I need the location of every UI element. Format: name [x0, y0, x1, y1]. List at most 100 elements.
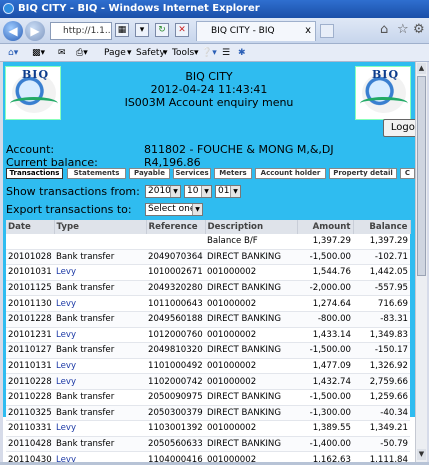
cell-balance: 716.69 [353, 295, 410, 312]
cell-reference: 1102000742 [146, 373, 205, 390]
stop-icon[interactable]: ✕ [175, 23, 189, 37]
tab-services[interactable]: Services [173, 168, 211, 179]
mail-icon[interactable]: ✉ [58, 44, 66, 62]
cell-date: 20101031 [6, 264, 54, 281]
tab-payable[interactable]: Payable [129, 168, 170, 179]
cell-type[interactable]: Levy [54, 327, 146, 344]
ie-app-icon [3, 3, 14, 14]
tab-more[interactable]: C [400, 168, 415, 179]
gear-icon[interactable]: ⚙ [413, 22, 425, 37]
cell-description: 001000002 [205, 420, 297, 437]
cell-type[interactable]: Levy [54, 264, 146, 281]
export-value: Select one [148, 204, 196, 214]
table-header-row: Date Type Reference Description Amount B… [6, 220, 411, 234]
cell-description: 001000002 [205, 295, 297, 312]
account-tabs: Transactions Statements Payable Services… [3, 166, 415, 180]
print-icon[interactable]: ⎙▾ [76, 44, 88, 62]
cell-description: 001000002 [205, 327, 297, 344]
account-value: 811802 - FOUCHE & MONG M,&,DJ [144, 143, 334, 156]
tab-meters[interactable]: Meters [214, 168, 252, 179]
cell-description: DIRECT BANKING [205, 342, 297, 359]
favorites-star-icon[interactable]: ☆ [397, 22, 409, 37]
refresh-icon[interactable]: ↻ [155, 23, 169, 37]
cell-date [6, 234, 54, 250]
cell-amount: 1,433.14 [297, 327, 353, 344]
cell-type[interactable]: Levy [54, 373, 146, 390]
cell-description: 001000002 [205, 373, 297, 390]
browser-tab[interactable]: BIQ CITY - BIQ x [196, 21, 316, 41]
page-menu[interactable]: Page [104, 44, 126, 62]
back-arrow-icon[interactable]: ◀ [3, 21, 23, 41]
table-row: 20101031 Levy 1010002671 001000002 1,544.76 1… [6, 264, 410, 281]
page-menu-chevron-icon[interactable]: ▾ [127, 44, 132, 62]
cell-type[interactable]: Levy [54, 295, 146, 312]
tab-close-icon[interactable]: x [305, 22, 311, 40]
cell-reference: 1010002671 [146, 264, 205, 281]
cell-type: Bank transfer [54, 389, 146, 406]
window-titlebar: BIQ CITY - BIQ - Windows Internet Explor… [0, 0, 429, 18]
tab-account-holder[interactable]: Account holder [255, 168, 326, 179]
new-tab-button[interactable] [320, 24, 334, 38]
cell-balance: 2,759.66 [353, 373, 410, 390]
col-header-balance[interactable]: Balance [353, 220, 411, 234]
scroll-down-icon[interactable]: ▼ [417, 449, 426, 460]
cell-description: 001000002 [205, 358, 297, 375]
bluetooth-icon[interactable]: ✱ [238, 44, 246, 62]
col-header-reference[interactable]: Reference [146, 220, 206, 234]
command-bar: ⌂▾ ▩▾ ✉ ⎙▾ Page ▾ Safety ▾ Tools ▾ ❔▾ ☰ … [0, 44, 429, 62]
month-select[interactable]: 10 ▼ [184, 185, 212, 198]
cell-amount: 1,544.76 [297, 264, 353, 281]
cell-balance: 1,442.05 [353, 264, 410, 281]
table-row: 20110325 Bank transfer 2050300379 DIRECT BA… [6, 405, 410, 422]
tools-menu[interactable]: Tools [172, 44, 194, 62]
scrollbar-thumb[interactable] [417, 76, 426, 276]
col-header-date[interactable]: Date [6, 220, 55, 234]
cell-reference: 1103001392 [146, 420, 205, 437]
col-header-description[interactable]: Description [205, 220, 298, 234]
tab-transactions[interactable]: Transactions [6, 168, 63, 179]
help-icon[interactable]: ❔▾ [201, 44, 217, 62]
cell-type[interactable]: Levy [54, 358, 146, 375]
dropdown-icon[interactable]: ▾ [135, 23, 149, 37]
page-viewport: BIQ BIQ CITY 2012-04-24 11:43:41 IS003M … [3, 62, 415, 462]
chevron-down-icon: ▼ [201, 186, 211, 197]
cell-amount: 1,162.63 [297, 451, 353, 462]
transactions-body: Balance B/F 1,397.29 1,397.29 20101028 Bank … [6, 234, 410, 462]
col-header-amount[interactable]: Amount [297, 220, 354, 234]
logout-button[interactable]: Logout [383, 119, 415, 137]
safety-menu-chevron-icon[interactable]: ▾ [163, 44, 168, 62]
forward-arrow-icon[interactable]: ▶ [25, 21, 45, 41]
feeds-icon[interactable]: ▩▾ [32, 44, 45, 62]
vertical-scrollbar[interactable]: ▲ ▼ [415, 62, 427, 462]
cell-type[interactable]: Levy [54, 420, 146, 437]
table-row: 20101125 Bank transfer 2049320280 DIRECT BA… [6, 280, 410, 297]
safety-menu[interactable]: Safety [136, 44, 165, 62]
day-value: 01 [218, 186, 230, 196]
biq-logo-right: BIQ [355, 66, 411, 120]
cell-date: 20110228 [6, 373, 54, 390]
scroll-up-icon[interactable]: ▲ [417, 63, 426, 74]
research-icon[interactable]: ☰ [222, 44, 230, 62]
table-row: 20101028 Bank transfer 2049070364 DIRECT BA… [6, 249, 410, 266]
table-row: 20101130 Levy 1011000643 001000002 1,274.64 7… [6, 295, 410, 312]
col-header-type[interactable]: Type [54, 220, 147, 234]
transactions-table-container: Date Type Reference Description Amount B… [6, 220, 411, 462]
cell-amount: -1,500.00 [297, 389, 353, 406]
tab-property-detail[interactable]: Property detail [329, 168, 397, 179]
day-select[interactable]: 01 ▼ [215, 185, 241, 198]
home-icon[interactable]: ⌂ [380, 22, 388, 37]
tools-menu-chevron-icon[interactable]: ▾ [194, 44, 199, 62]
compat-view-icon[interactable]: ▦ [115, 23, 129, 37]
cell-type[interactable]: Levy [54, 451, 146, 462]
cell-reference: 2050560633 [146, 436, 205, 453]
address-bar[interactable]: http://1.1... [50, 22, 112, 40]
cell-date: 20110131 [6, 358, 54, 375]
cell-amount: -2,000.00 [297, 280, 353, 297]
cell-date: 20101228 [6, 311, 54, 328]
export-select[interactable]: Select one ▼ [145, 203, 203, 216]
tab-statements[interactable]: Statements [67, 168, 126, 179]
home-cmd-icon[interactable]: ⌂▾ [8, 44, 18, 62]
cell-balance: -150.17 [353, 342, 410, 359]
year-select[interactable]: 2010 ▼ [145, 185, 181, 198]
cell-date: 20110325 [6, 405, 54, 422]
